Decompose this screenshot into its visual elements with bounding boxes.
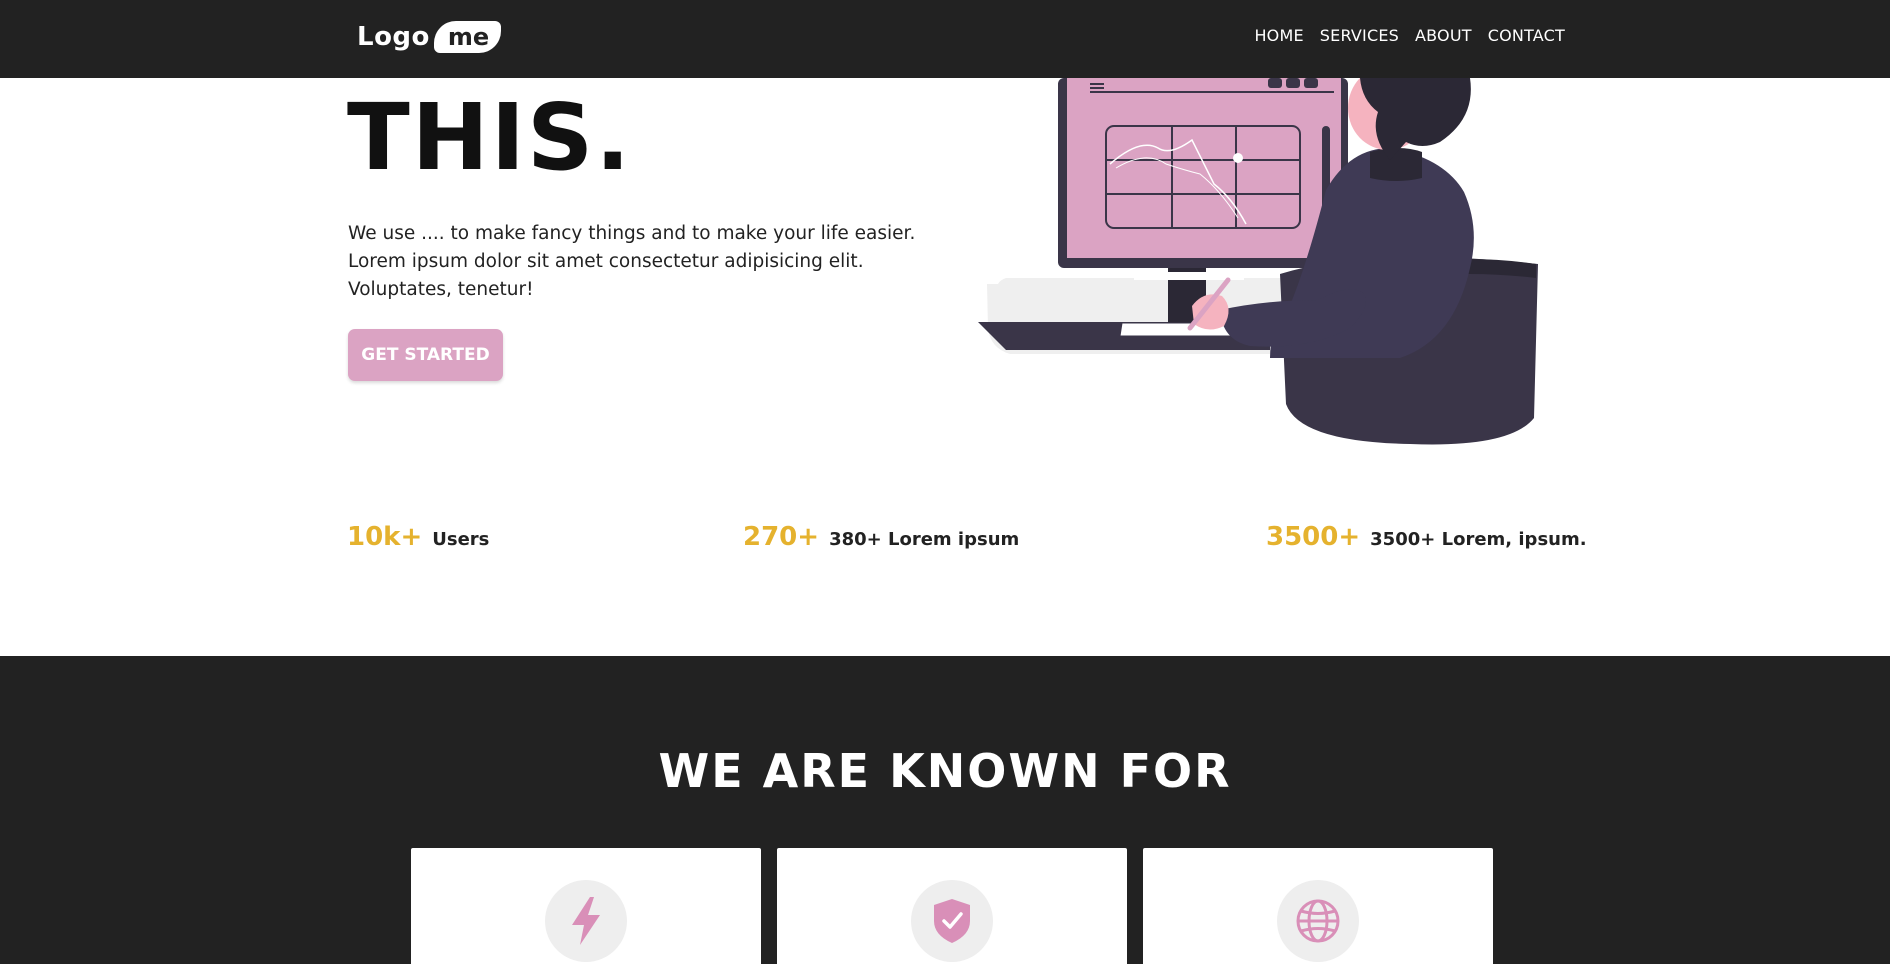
stat-label: 380+ Lorem ipsum [829,529,1020,550]
logo[interactable]: Logo me [357,20,502,54]
shield-check-icon [934,899,970,943]
hero-title: THIS. [347,84,633,191]
feature-card[interactable] [1143,848,1493,964]
nav-about[interactable]: ABOUT [1415,26,1472,45]
nav-home[interactable]: HOME [1254,26,1303,45]
stat-value: 3500+ [1266,522,1361,552]
nav-links: HOME SERVICES ABOUT CONTACT [1254,26,1565,45]
lightning-icon [572,897,600,945]
hero-text-line: We use .... to make fancy things and to … [348,223,916,244]
stat-label: 3500+ Lorem, ipsum. [1370,529,1587,550]
stat-users: 10k+ Users [347,522,489,552]
known-for-title: WE ARE KNOWN FOR [658,744,1232,798]
stat-value: 270+ [743,522,820,552]
feature-card[interactable] [411,848,761,964]
nav-contact[interactable]: CONTACT [1488,26,1565,45]
stat-lorem-ipsum: 270+ 380+ Lorem ipsum [743,522,1019,552]
logo-pill: me [433,21,502,53]
stat-label: Users [432,529,490,550]
get-started-button[interactable]: GET STARTED [348,329,503,381]
hero-description: We use .... to make fancy things and to … [348,220,928,304]
card-icon-circle [545,880,627,962]
logo-text: Logo [357,22,430,52]
navbar: Logo me HOME SERVICES ABOUT CONTACT [0,0,1890,78]
stat-lorem-ipsum-2: 3500+ 3500+ Lorem, ipsum. [1266,522,1587,552]
stat-value: 10k+ [347,522,423,552]
feature-card[interactable] [777,848,1127,964]
nav-services[interactable]: SERVICES [1320,26,1399,45]
landing-page: Logo me HOME SERVICES ABOUT CONTACT THIS… [0,0,1890,964]
known-for-section: WE ARE KNOWN FOR [0,656,1890,964]
person-at-computer-illustration [978,78,1538,445]
card-icon-circle [911,880,993,962]
card-icon-circle [1277,880,1359,962]
hero-text-line: Voluptates, tenetur! [348,279,534,300]
hero-text-line: Lorem ipsum dolor sit amet consectetur a… [348,251,864,272]
globe-icon [1296,899,1340,943]
